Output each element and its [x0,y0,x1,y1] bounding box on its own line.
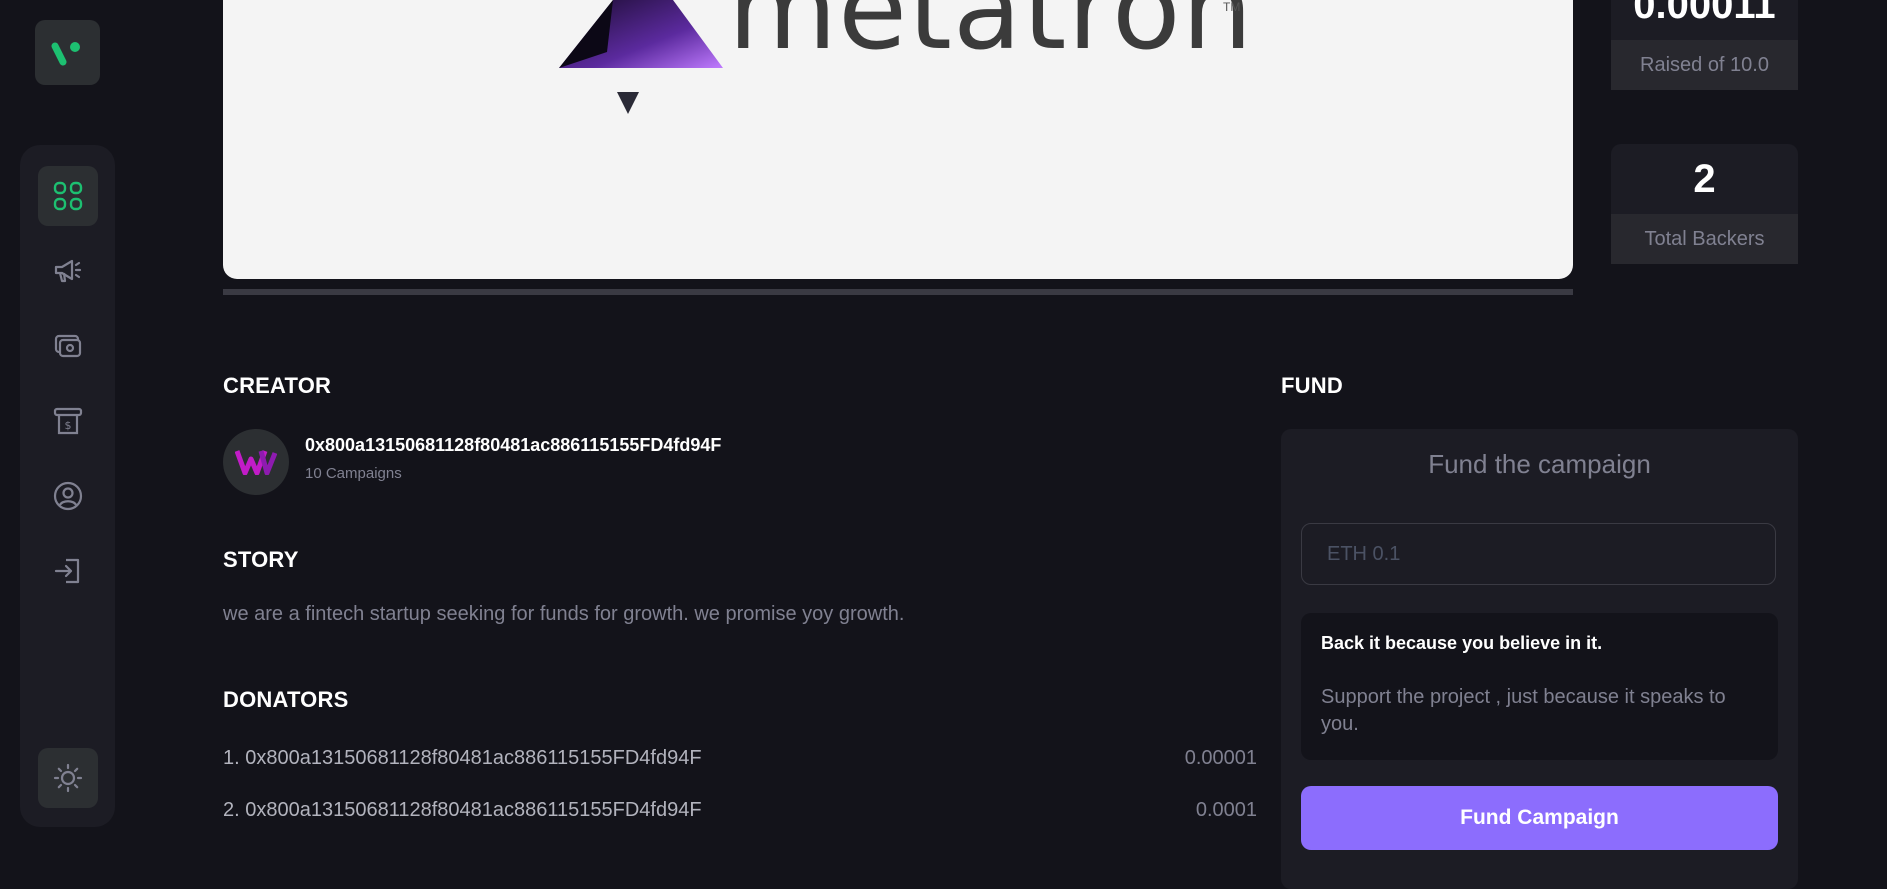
donator-row: 2. 0x800a13150681128f80481ac886115155FD4… [223,799,1257,822]
sidebar-item-profile[interactable] [38,466,98,526]
creator-logo-icon [235,450,277,475]
fund-panel: Fund the campaign Back it because you be… [1281,429,1798,889]
stat-backers-value: 2 [1611,144,1798,214]
campaign-megaphone-icon [54,259,82,283]
believe-title: Back it because you believe in it. [1321,633,1603,653]
amount-input[interactable] [1301,523,1776,585]
story-title: STORY [223,547,299,572]
creator-address[interactable]: 0x800a13150681128f80481ac886115155FD4fd9… [305,435,721,456]
donators-title: DONATORS [223,687,349,712]
stat-backers: 2 Total Backers [1611,144,1798,264]
payment-icon [54,334,82,358]
stat-raised-value: 0.00011 [1611,0,1798,40]
donator-amount: 0.00001 [1184,747,1257,769]
trademark-mark: TM [1223,0,1241,14]
stat-raised-label: Raised of 10.0 [1611,40,1798,90]
creator-campaign-count: 10 Campaigns [305,465,402,482]
sidebar-item-campaign[interactable] [38,241,98,301]
donator-row: 1. 0x800a13150681128f80481ac886115155FD4… [223,747,1257,770]
creator-avatar[interactable] [223,429,289,495]
sidebar: $ [20,145,115,827]
sidebar-item-withdraw[interactable]: $ [38,391,98,451]
withdraw-icon: $ [53,407,83,435]
sidebar-item-logout[interactable] [38,541,98,601]
fund-campaign-button[interactable]: Fund Campaign [1301,786,1778,850]
svg-text:$: $ [65,419,72,432]
creator-title: CREATOR [223,373,332,398]
donator-address: 2. 0x800a13150681128f80481ac886115155FD4… [223,799,702,821]
sidebar-item-dashboard[interactable] [38,166,98,226]
sun-icon [53,763,83,793]
brand-text: metatron [728,0,1254,75]
stat-raised: 0.00011 Raised of 10.0 [1611,0,1798,90]
fund-title: FUND [1281,373,1343,398]
sidebar-item-payment[interactable] [38,316,98,376]
dashboard-icon [53,181,83,211]
logo-icon [51,41,80,65]
campaign-image: metatron TM [223,0,1573,279]
profile-icon [53,481,83,511]
fund-heading: Fund the campaign [1428,449,1651,479]
believe-text: Support the project , just because it sp… [1321,686,1726,735]
donator-amount: 0.0001 [1195,799,1257,821]
stat-backers-label: Total Backers [1611,214,1798,264]
brand-triangle-logo [559,0,723,114]
theme-toggle-button[interactable] [38,748,98,808]
logout-icon [54,558,80,584]
donator-address: 1. 0x800a13150681128f80481ac886115155FD4… [223,747,702,769]
believe-box: Back it because you believe in it. Suppo… [1301,613,1778,760]
story-text: we are a fintech startup seeking for fun… [223,603,905,625]
app-logo[interactable] [35,20,100,85]
funding-progress-bar [223,289,1573,295]
